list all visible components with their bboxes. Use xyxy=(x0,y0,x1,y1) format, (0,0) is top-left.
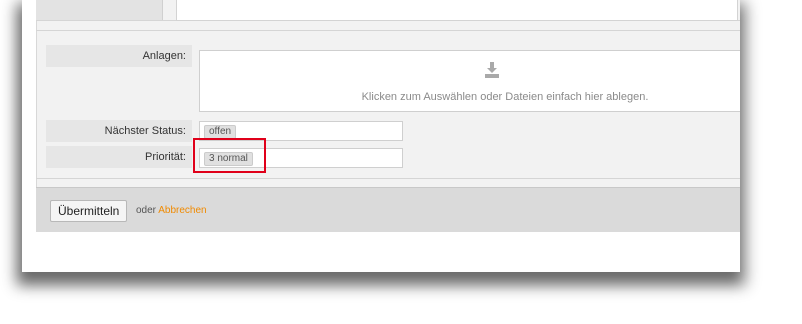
previous-row-field[interactable] xyxy=(176,0,738,21)
cancel-link[interactable]: Abbrechen xyxy=(158,205,206,216)
next-status-label: Nächster Status: xyxy=(46,120,192,142)
previous-row-label xyxy=(36,0,163,20)
file-upload-dropzone[interactable]: Klicken zum Auswählen oder Dateien einfa… xyxy=(199,50,740,112)
next-status-value: offen xyxy=(204,125,237,139)
previous-form-row xyxy=(36,0,740,21)
screenshot-frame: Anlagen: Klicken zum Auswählen oder Date… xyxy=(22,0,740,272)
form-footer: Übermitteln oder Abbrechen xyxy=(36,187,740,232)
upload-hint: Klicken zum Auswählen oder Dateien einfa… xyxy=(361,91,649,103)
download-tray-icon xyxy=(485,62,499,78)
section-divider xyxy=(36,30,740,31)
priority-highlight-box xyxy=(193,138,266,173)
priority-label: Priorität: xyxy=(46,146,192,168)
or-label: oder xyxy=(136,205,157,216)
cancel-text: oder Abbrechen xyxy=(136,205,207,216)
submit-button[interactable]: Übermitteln xyxy=(50,200,128,222)
form-bottom-divider xyxy=(36,178,740,179)
attachments-label: Anlagen: xyxy=(46,45,192,67)
